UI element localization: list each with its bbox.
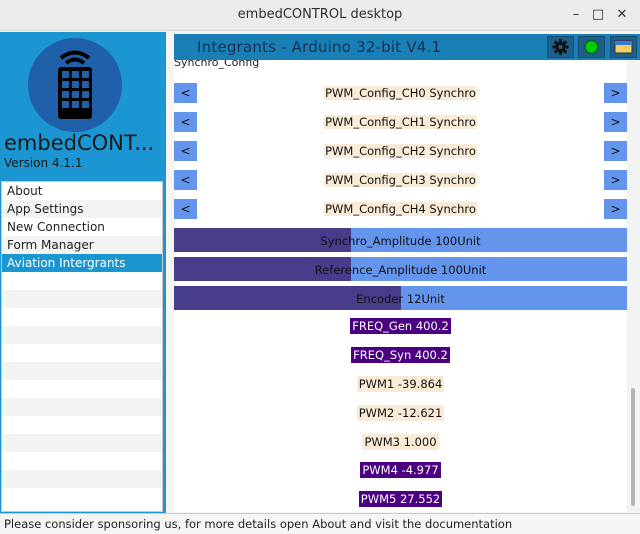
list-filler	[2, 380, 162, 398]
gear-icon	[552, 39, 569, 55]
next-button[interactable]: >	[604, 83, 627, 103]
value-pwm3: PWM3 1.000	[362, 434, 439, 450]
sidebar-item-form-manager[interactable]: Form Manager	[2, 236, 162, 254]
list-filler	[2, 398, 162, 416]
window-layout-button[interactable]	[610, 36, 637, 58]
synchro-label: PWM_Config_CH3 Synchro	[324, 173, 477, 187]
synchro-label: PWM_Config_CH4 Synchro	[324, 202, 477, 216]
synchro-row: < PWM_Config_CH4 Synchro >	[174, 199, 627, 219]
value-pwm2: PWM2 -12.621	[356, 405, 445, 421]
synchro-row: < PWM_Config_CH2 Synchro >	[174, 141, 627, 161]
section-label: Synchro_Config	[174, 60, 260, 69]
synchro-label: PWM_Config_CH1 Synchro	[324, 115, 477, 129]
next-button[interactable]: >	[604, 199, 627, 219]
remote-control-icon	[58, 50, 92, 119]
form-content: Synchro_Config < PWM_Config_CH0 Synchro …	[174, 60, 627, 512]
synchro-row: < PWM_Config_CH1 Synchro >	[174, 112, 627, 132]
sidebar-item-aviation-intergrants[interactable]: Aviation Intergrants	[2, 254, 162, 272]
list-filler	[2, 362, 162, 380]
connection-status-icon	[584, 40, 599, 54]
value-pwm1: PWM1 -39.864	[356, 376, 445, 392]
sidebar-item-about[interactable]: About	[2, 182, 162, 200]
list-filler	[2, 452, 162, 470]
next-button[interactable]: >	[604, 112, 627, 132]
sidebar: embedCONT... Version 4.1.1 About App Set…	[0, 32, 166, 514]
minimize-button[interactable]: –	[567, 6, 585, 24]
sidebar-item-new-connection[interactable]: New Connection	[2, 218, 162, 236]
app-version: Version 4.1.1	[4, 156, 83, 170]
list-filler	[2, 344, 162, 362]
slider-label: Encoder 12Unit	[356, 292, 445, 306]
encoder-slider[interactable]: Encoder 12Unit	[174, 286, 627, 310]
main-header: Integrants - Arduino 32-bit V4.1	[174, 34, 640, 60]
slider-label: Synchro_Amplitude 100Unit	[320, 234, 481, 248]
content-scrollbar[interactable]	[627, 60, 640, 512]
list-filler	[2, 308, 162, 326]
app-window: embedCONTROL desktop – □ ✕ embedCONT... …	[0, 0, 640, 534]
synchro-label: PWM_Config_CH2 Synchro	[324, 144, 477, 158]
scrollbar-thumb[interactable]	[631, 388, 635, 506]
close-button[interactable]: ✕	[613, 6, 631, 24]
app-logo	[28, 38, 122, 132]
synchro-label: PWM_Config_CH0 Synchro	[324, 86, 477, 100]
list-filler	[2, 434, 162, 452]
list-filler	[2, 416, 162, 434]
window-layout-icon	[614, 40, 633, 54]
synchro-row: < PWM_Config_CH0 Synchro >	[174, 83, 627, 103]
title-bar: embedCONTROL desktop – □ ✕	[0, 0, 640, 31]
page-title: Integrants - Arduino 32-bit V4.1	[197, 38, 442, 56]
next-button[interactable]: >	[604, 170, 627, 190]
value-freq-gen: FREQ_Gen 400.2	[350, 318, 451, 334]
sidebar-item-app-settings[interactable]: App Settings	[2, 200, 162, 218]
next-button[interactable]: >	[604, 141, 627, 161]
synchro-amplitude-slider[interactable]: Synchro_Amplitude 100Unit	[174, 228, 627, 252]
status-message: Please consider sponsoring us, for more …	[4, 517, 513, 531]
value-pwm4: PWM4 -4.977	[360, 462, 441, 478]
connection-status-button[interactable]	[578, 36, 605, 58]
synchro-row: < PWM_Config_CH3 Synchro >	[174, 170, 627, 190]
list-filler	[2, 326, 162, 344]
slider-label: Reference_Amplitude 100Unit	[314, 263, 487, 277]
maximize-button[interactable]: □	[589, 6, 607, 24]
list-filler	[2, 272, 162, 290]
list-filler	[2, 290, 162, 308]
sidebar-nav: About App Settings New Connection Form M…	[1, 181, 163, 512]
window-title: embedCONTROL desktop	[237, 7, 403, 22]
value-freq-syn: FREQ_Syn 400.2	[351, 347, 450, 363]
value-pwm5: PWM5 27.552	[358, 491, 443, 507]
list-filler	[2, 470, 162, 488]
reference-amplitude-slider[interactable]: Reference_Amplitude 100Unit	[174, 257, 627, 281]
settings-button[interactable]	[547, 36, 574, 58]
status-bar: Please consider sponsoring us, for more …	[0, 513, 640, 534]
app-name: embedCONT...	[4, 131, 155, 155]
